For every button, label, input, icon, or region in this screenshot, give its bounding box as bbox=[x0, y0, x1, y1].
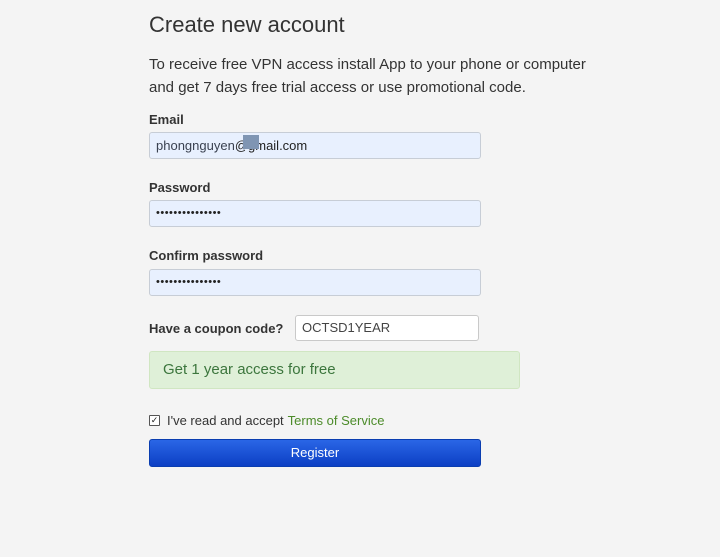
confirm-password-field[interactable]: ••••••••••••••• bbox=[149, 269, 481, 296]
password-field[interactable]: ••••••••••••••• bbox=[149, 200, 481, 227]
terms-row: ✓ I've read and accept Terms of Service bbox=[149, 413, 384, 428]
terms-of-service-link[interactable]: Terms of Service bbox=[288, 413, 385, 428]
intro-text: To receive free VPN access install App t… bbox=[149, 56, 586, 96]
promo-success-message: Get 1 year access for free bbox=[149, 351, 520, 389]
coupon-input[interactable]: OCTSD1YEAR bbox=[295, 315, 479, 341]
coupon-label: Have a coupon code? bbox=[149, 321, 284, 336]
email-label: Email bbox=[149, 112, 184, 127]
terms-checkbox[interactable]: ✓ bbox=[149, 415, 160, 426]
email-value: phongnguyen @gmail.com bbox=[156, 133, 307, 158]
page-title: Create new account bbox=[149, 12, 345, 37]
email-value-prefix: phongnguyen bbox=[156, 138, 235, 153]
confirm-password-label: Confirm password bbox=[149, 248, 264, 263]
password-label: Password bbox=[149, 180, 211, 195]
register-button[interactable]: Register bbox=[149, 439, 481, 467]
terms-text: I've read and accept bbox=[167, 413, 284, 428]
redaction-mask bbox=[243, 135, 259, 149]
email-field[interactable]: phongnguyen @gmail.com bbox=[149, 132, 481, 159]
